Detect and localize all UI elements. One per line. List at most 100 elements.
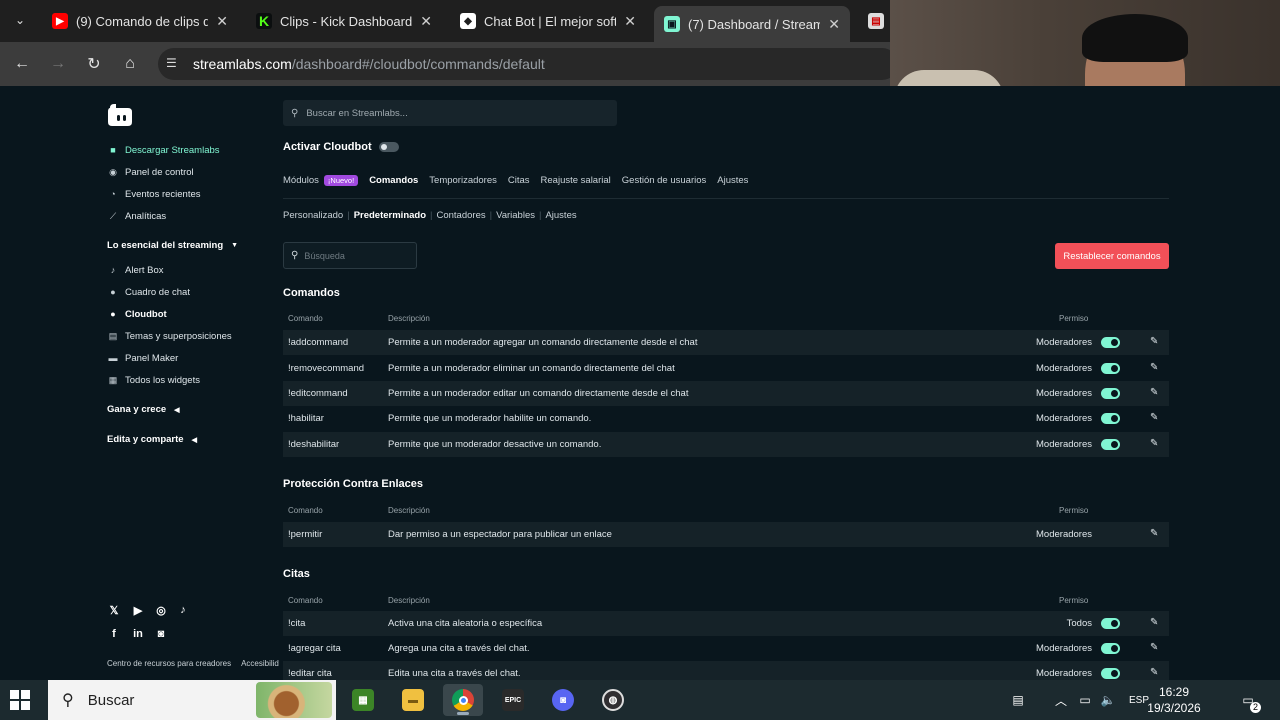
windows-start-icon[interactable] xyxy=(10,690,30,710)
tab-title: (9) Comando de clips de xyxy=(76,13,209,29)
browser-tab-kick[interactable]: K Clips - Kick Dashboard ✕ xyxy=(246,6,442,36)
sidebar-item-panel-maker[interactable]: ▬ Panel Maker xyxy=(107,350,179,366)
instagram-icon[interactable]: ◎ xyxy=(154,603,168,617)
reload-icon[interactable]: ↻ xyxy=(83,53,105,75)
tab-loyalty[interactable]: Reajuste salarial xyxy=(541,175,611,186)
pencil-icon[interactable]: ✎ xyxy=(1150,642,1158,653)
tab-commands[interactable]: Comandos xyxy=(369,175,418,186)
back-arrow-icon[interactable]: ← xyxy=(11,53,33,75)
tab-modules[interactable]: Módulos ¡Nuevo! xyxy=(283,175,359,186)
sidebar-section-essentials[interactable]: Lo esencial del streaming ▼ xyxy=(107,240,238,251)
streamlabs-search-input[interactable] xyxy=(306,107,597,119)
streamlabs-logo-icon[interactable] xyxy=(106,102,134,128)
address-bar[interactable]: ☰ streamlabs.com/dashboard#/cloudbot/com… xyxy=(158,48,898,80)
tiktok-icon[interactable]: ♪ xyxy=(176,603,190,617)
accessibility-link[interactable]: Accesibilid xyxy=(241,659,279,668)
taskbar-epic-games[interactable]: EPIC xyxy=(493,684,533,716)
enable-toggle[interactable] xyxy=(1101,337,1120,348)
sidebar-section-edit[interactable]: Edita y comparte ◀ xyxy=(107,434,197,445)
subtab-settings[interactable]: Ajustes xyxy=(545,210,576,221)
pencil-icon[interactable]: ✎ xyxy=(1150,617,1158,628)
pencil-icon[interactable]: ✎ xyxy=(1150,362,1158,373)
permission-select[interactable]: Moderadores xyxy=(1036,388,1092,399)
taskbar-minecraft[interactable]: ▦ xyxy=(343,684,383,716)
facebook-icon[interactable]: f xyxy=(107,627,121,641)
permission-select[interactable]: Moderadores xyxy=(1036,529,1092,540)
pencil-icon[interactable]: ✎ xyxy=(1150,412,1158,423)
subtab-default[interactable]: Predeterminado xyxy=(354,210,426,221)
sidebar-item-label: Panel de control xyxy=(125,166,194,178)
browser-tab-streamlabs[interactable]: ▣ (7) Dashboard / Streamla ✕ xyxy=(654,6,850,42)
pencil-icon[interactable]: ✎ xyxy=(1150,528,1158,539)
enable-toggle[interactable] xyxy=(1101,668,1120,679)
permission-select[interactable]: Moderadores xyxy=(1036,668,1092,679)
enable-toggle[interactable] xyxy=(1101,413,1120,424)
home-icon[interactable]: ⌂ xyxy=(119,53,141,75)
taskbar-chrome[interactable] xyxy=(443,684,483,716)
activate-cloudbot-label: Activar Cloudbot xyxy=(283,141,372,153)
permission-select[interactable]: Moderadores xyxy=(1036,413,1092,424)
network-icon[interactable]: ▭ xyxy=(1075,680,1095,720)
pencil-icon[interactable]: ✎ xyxy=(1150,438,1158,449)
close-icon[interactable]: ✕ xyxy=(828,16,840,33)
reset-commands-button[interactable]: Restablecer comandos xyxy=(1055,243,1169,269)
pencil-icon[interactable]: ✎ xyxy=(1150,667,1158,678)
pencil-icon[interactable]: ✎ xyxy=(1150,387,1158,398)
enable-toggle[interactable] xyxy=(1101,388,1120,399)
browser-tab-youtube[interactable]: ▶ (9) Comando de clips de ✕ xyxy=(42,6,238,36)
close-icon[interactable]: ✕ xyxy=(624,13,636,30)
chevron-up-icon[interactable]: ︿ xyxy=(1052,680,1070,720)
subtab-variables[interactable]: Variables xyxy=(496,210,535,221)
volume-icon[interactable]: 🔈 xyxy=(1098,680,1118,720)
sidebar-item-analytics[interactable]: ⟋ Analíticas xyxy=(107,208,166,224)
close-icon[interactable]: ✕ xyxy=(216,13,228,30)
sidebar-item-dashboard[interactable]: ◉ Panel de control xyxy=(107,164,194,180)
tab-search-menu-button[interactable]: ⌄ xyxy=(8,8,32,32)
permission-select[interactable]: Moderadores xyxy=(1036,337,1092,348)
taskbar-search[interactable]: ⚲ Buscar xyxy=(48,680,336,720)
enable-toggle[interactable] xyxy=(1101,439,1120,450)
news-widget-icon[interactable]: ▤ xyxy=(1004,680,1032,720)
taskbar-discord[interactable]: ◙ xyxy=(543,684,583,716)
pencil-icon[interactable]: ✎ xyxy=(1150,336,1158,347)
system-clock[interactable]: 16:29 19/3/2026 xyxy=(1134,684,1214,716)
sidebar-item-alert-box[interactable]: ♪ Alert Box xyxy=(107,262,164,278)
permission-select[interactable]: Todos xyxy=(1067,618,1092,629)
sidebar-item-cloudbot[interactable]: ● Cloudbot xyxy=(107,306,166,322)
clock-icon: ◔ xyxy=(110,189,116,199)
tab-timers[interactable]: Temporizadores xyxy=(429,175,497,186)
close-icon[interactable]: ✕ xyxy=(420,13,432,30)
discord-social-icon[interactable]: ◙ xyxy=(154,627,168,641)
tab-settings[interactable]: Ajustes xyxy=(717,175,748,186)
sidebar-item-label: Temas y superposiciones xyxy=(125,330,232,342)
permission-select[interactable]: Moderadores xyxy=(1036,439,1092,450)
command-search-input[interactable] xyxy=(304,250,405,261)
sidebar-item-recent-events[interactable]: ◔ Eventos recientes xyxy=(107,186,200,202)
enable-toggle[interactable] xyxy=(1101,363,1120,374)
sidebar-item-chat-box[interactable]: ● Cuadro de chat xyxy=(107,284,190,300)
enable-toggle[interactable] xyxy=(1101,618,1120,629)
forward-arrow-icon[interactable]: → xyxy=(47,53,69,75)
taskbar-file-explorer[interactable]: ▬ xyxy=(393,684,433,716)
notification-icon[interactable]: ▭ 2 xyxy=(1236,680,1261,720)
sidebar-section-grow[interactable]: Gana y crece ◀ xyxy=(107,404,180,415)
tab-quotes[interactable]: Citas xyxy=(508,175,530,186)
permission-select[interactable]: Moderadores xyxy=(1036,363,1092,374)
youtube-social-icon[interactable]: ▶ xyxy=(131,603,145,617)
sidebar-item-download[interactable]: ■ Descargar Streamlabs xyxy=(107,142,219,158)
subtab-counters[interactable]: Contadores xyxy=(436,210,485,221)
taskbar-obs[interactable]: ◍ xyxy=(593,684,633,716)
tab-user-management[interactable]: Gestión de usuarios xyxy=(622,175,707,186)
browser-tab-chatbot[interactable]: ◆ Chat Bot | El mejor softw ✕ xyxy=(450,6,646,36)
subtab-custom[interactable]: Personalizado xyxy=(283,210,343,221)
sidebar-item-themes[interactable]: ▤ Temas y superposiciones xyxy=(107,328,232,344)
activate-cloudbot-toggle[interactable] xyxy=(378,142,399,152)
x-twitter-icon[interactable]: 𝕏 xyxy=(107,603,121,617)
browser-tab-partial[interactable]: ▤ xyxy=(858,6,888,36)
creator-resources-link[interactable]: Centro de recursos para creadores xyxy=(107,659,231,668)
permission-select[interactable]: Moderadores xyxy=(1036,643,1092,654)
site-settings-icon[interactable]: ☰ xyxy=(166,56,182,72)
linkedin-icon[interactable]: in xyxy=(131,627,145,641)
enable-toggle[interactable] xyxy=(1101,643,1120,654)
sidebar-item-all-widgets[interactable]: ▦ Todos los widgets xyxy=(107,372,200,388)
